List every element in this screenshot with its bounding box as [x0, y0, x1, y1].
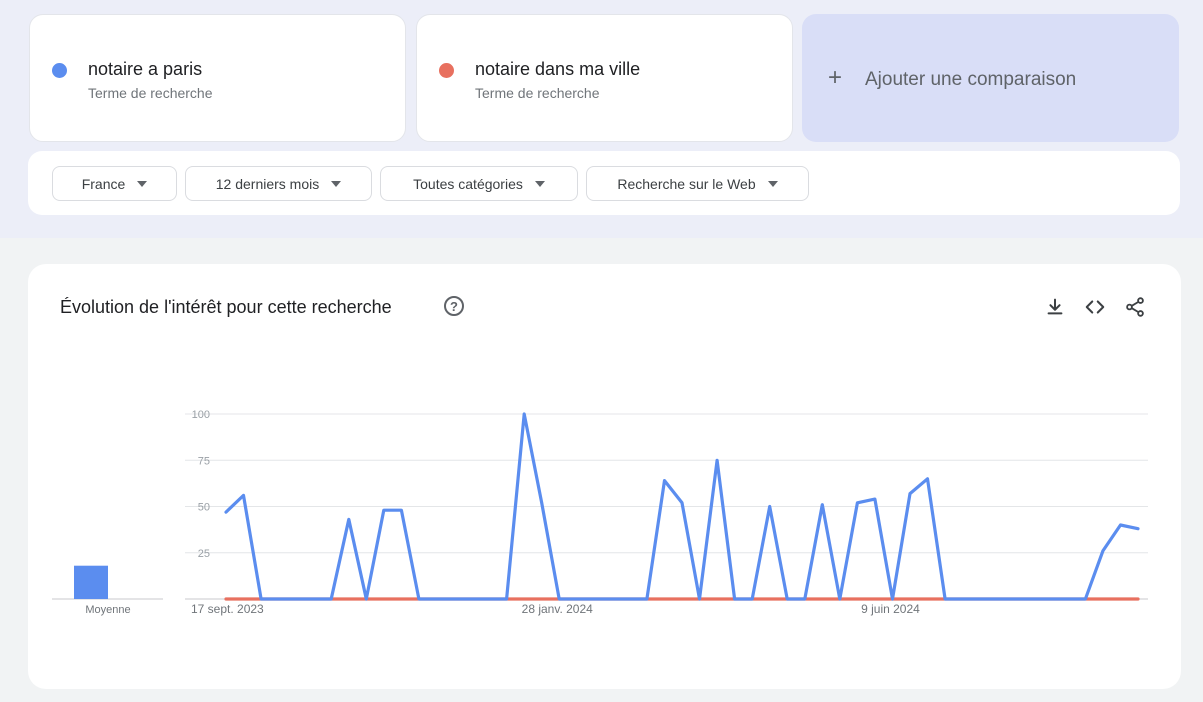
y-tick-label: 25 — [198, 548, 210, 560]
term-color-dot — [52, 63, 67, 78]
term-card-2[interactable]: notaire dans ma ville Terme de recherche — [416, 14, 793, 142]
filter-search-type[interactable]: Recherche sur le Web — [586, 166, 809, 201]
dropdown-arrow-icon — [534, 180, 545, 187]
term-label: notaire dans ma ville — [475, 59, 641, 79]
y-tick-label: 100 — [192, 409, 210, 421]
x-tick-label: 17 sept. 2023 — [191, 602, 264, 616]
term-sublabel: Terme de recherche — [88, 85, 213, 101]
filter-label: Recherche sur le Web — [617, 175, 756, 192]
interest-over-time-card: Évolution de l'intérêt pour cette recher… — [28, 264, 1181, 689]
filter-category[interactable]: Toutes catégories — [380, 166, 578, 201]
y-tick-label: 75 — [198, 455, 210, 467]
term-card-1[interactable]: notaire a paris Terme de recherche — [29, 14, 406, 142]
x-tick-label: 28 janv. 2024 — [522, 602, 593, 616]
term-label: notaire a paris — [88, 59, 203, 79]
dropdown-arrow-icon — [767, 180, 778, 187]
filter-label: France — [81, 175, 126, 192]
add-comparison-button[interactable]: + Ajouter une comparaison — [802, 14, 1179, 142]
dropdown-arrow-icon — [137, 180, 148, 187]
x-tick-label: 9 juin 2024 — [861, 602, 920, 616]
term-color-dot — [439, 63, 454, 78]
y-tick-label: 50 — [198, 502, 210, 514]
filters-bar: France 12 derniers mois Toutes catégorie… — [28, 151, 1180, 215]
plus-icon: + — [828, 64, 843, 91]
average-bar — [74, 565, 108, 599]
dropdown-arrow-icon — [331, 180, 342, 187]
line-chart: 25 50 75 100 17 sept. 2023 28 janv. 2024 9 jui… — [52, 409, 1148, 616]
filter-label: 12 derniers mois — [215, 175, 320, 192]
filter-time-range[interactable]: 12 derniers mois — [185, 166, 372, 201]
filter-label: Toutes catégories — [413, 175, 523, 192]
term-sublabel: Terme de recherche — [475, 85, 600, 101]
add-comparison-label: Ajouter une comparaison — [865, 69, 1077, 90]
average-label: Moyenne — [85, 604, 130, 616]
filter-region[interactable]: France — [52, 166, 177, 201]
